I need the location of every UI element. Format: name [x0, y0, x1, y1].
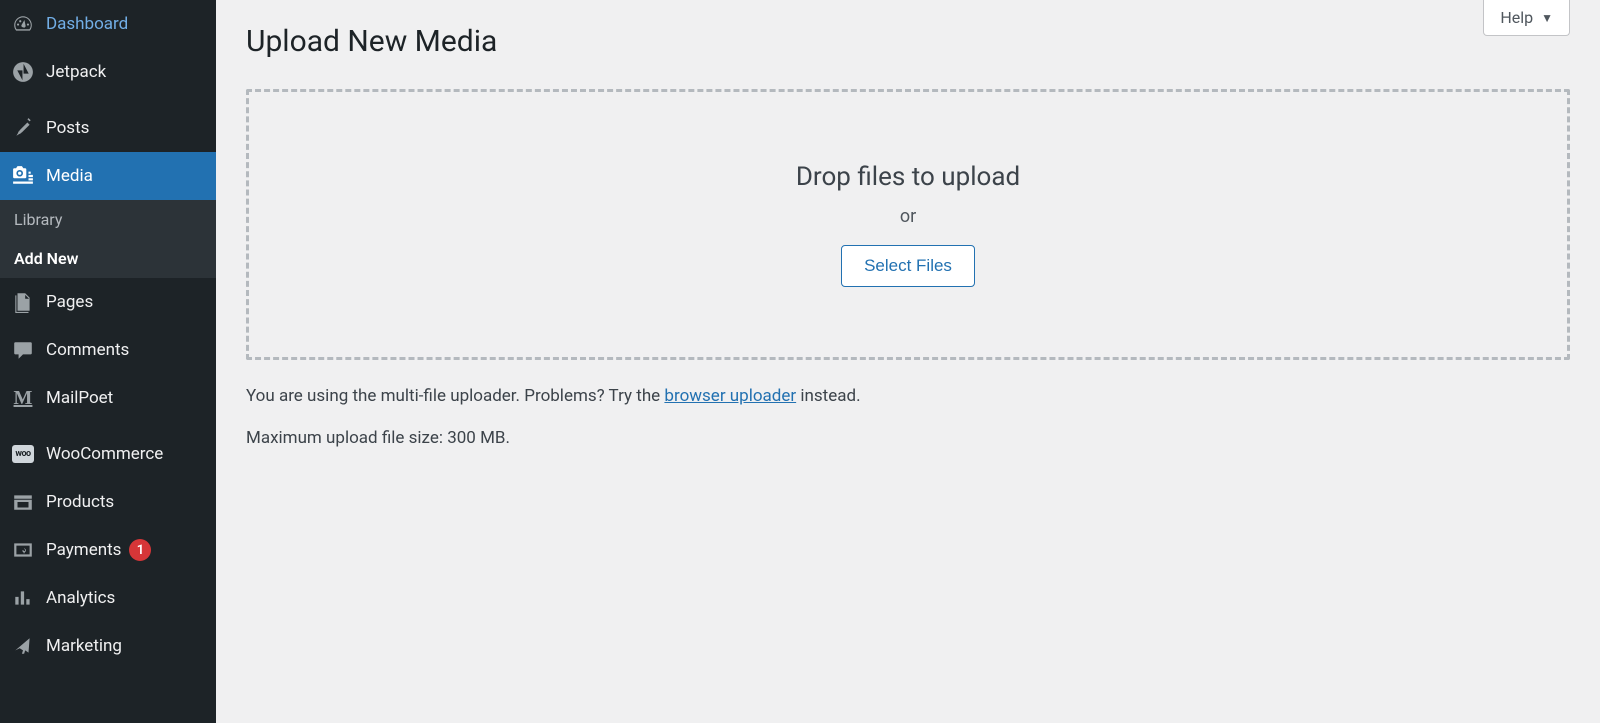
sidebar-item-media[interactable]: Media: [0, 152, 216, 200]
sidebar-label: Dashboard: [46, 14, 128, 34]
pin-icon: [12, 117, 34, 139]
menu-separator: [0, 422, 216, 430]
main-content: Help ▼ Upload New Media Drop files to up…: [216, 0, 1600, 723]
sidebar-item-jetpack[interactable]: Jetpack: [0, 48, 216, 96]
marketing-icon: [12, 635, 34, 657]
browser-uploader-link[interactable]: browser uploader: [664, 386, 796, 406]
submenu-item-add-new[interactable]: Add New: [0, 239, 216, 278]
sidebar-item-comments[interactable]: Comments: [0, 326, 216, 374]
sidebar-item-mailpoet[interactable]: M MailPoet: [0, 374, 216, 422]
sidebar-label: WooCommerce: [46, 444, 163, 464]
page-title: Upload New Media: [246, 24, 1570, 59]
sidebar-label: MailPoet: [46, 388, 113, 408]
help-label: Help: [1500, 8, 1533, 27]
woocommerce-icon: woo: [12, 443, 34, 465]
products-icon: [12, 491, 34, 513]
jetpack-icon: [12, 61, 34, 83]
select-files-button[interactable]: Select Files: [841, 245, 975, 287]
sidebar-label: Media: [46, 166, 93, 186]
submenu-item-library[interactable]: Library: [0, 200, 216, 239]
hint-text-before: You are using the multi-file uploader. P…: [246, 386, 664, 406]
max-upload-size: Maximum upload file size: 300 MB.: [246, 428, 1570, 448]
media-icon: [12, 165, 34, 187]
sidebar-item-products[interactable]: Products: [0, 478, 216, 526]
upload-dropzone[interactable]: Drop files to upload or Select Files: [246, 89, 1570, 360]
help-tab[interactable]: Help ▼: [1483, 0, 1570, 36]
hint-text-after: instead.: [796, 386, 860, 406]
media-submenu: Library Add New: [0, 200, 216, 278]
sidebar-item-payments[interactable]: Payments 1: [0, 526, 216, 574]
sidebar-item-dashboard[interactable]: Dashboard: [0, 0, 216, 48]
drop-heading: Drop files to upload: [269, 162, 1547, 192]
sidebar-item-woocommerce[interactable]: woo WooCommerce: [0, 430, 216, 478]
analytics-icon: [12, 587, 34, 609]
sidebar-item-pages[interactable]: Pages: [0, 278, 216, 326]
pages-icon: [12, 291, 34, 313]
sidebar-label: Analytics: [46, 588, 115, 608]
sidebar-item-analytics[interactable]: Analytics: [0, 574, 216, 622]
payments-icon: [12, 539, 34, 561]
sidebar-item-posts[interactable]: Posts: [0, 104, 216, 152]
sidebar-label: Payments: [46, 540, 121, 560]
payments-badge: 1: [129, 539, 151, 561]
mailpoet-icon: M: [12, 387, 34, 409]
uploader-hint: You are using the multi-file uploader. P…: [246, 384, 1570, 410]
sidebar-label: Pages: [46, 292, 93, 312]
sidebar-label: Marketing: [46, 636, 122, 656]
sidebar-item-marketing[interactable]: Marketing: [0, 622, 216, 670]
sidebar-label: Jetpack: [46, 62, 106, 82]
sidebar-label: Products: [46, 492, 114, 512]
dashboard-icon: [12, 13, 34, 35]
sidebar-label: Comments: [46, 340, 129, 360]
sidebar-label: Posts: [46, 118, 89, 138]
drop-or-text: or: [269, 206, 1547, 227]
comments-icon: [12, 339, 34, 361]
chevron-down-icon: ▼: [1541, 11, 1553, 25]
menu-separator: [0, 96, 216, 104]
admin-sidebar: Dashboard Jetpack Posts Media Library Ad…: [0, 0, 216, 723]
